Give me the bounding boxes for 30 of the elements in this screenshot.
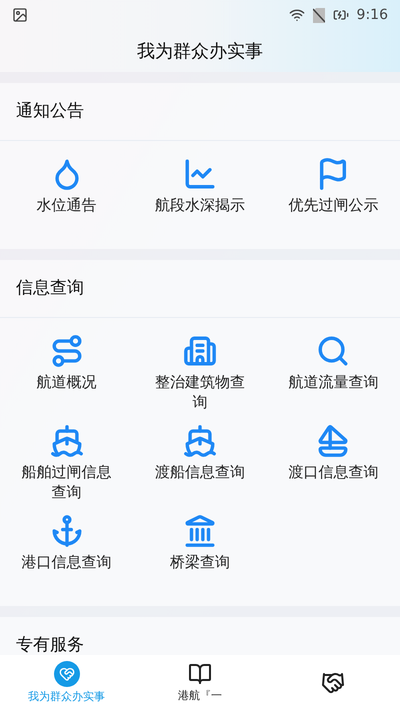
- nav-tab[interactable]: 港航『一: [133, 655, 267, 711]
- feature-tile[interactable]: 优先过闸公示: [266, 157, 400, 233]
- route-icon: [50, 334, 84, 368]
- search-icon: [316, 334, 350, 368]
- ship-icon: [50, 424, 84, 458]
- feature-tile[interactable]: 航段水深揭示: [133, 157, 267, 233]
- feature-tile[interactable]: 航道流量查询: [266, 334, 400, 412]
- sailboat-icon: [316, 424, 350, 458]
- anchor-icon: [50, 514, 84, 548]
- image-icon: [12, 7, 28, 23]
- feature-tile[interactable]: 港口信息查询: [0, 514, 134, 590]
- wifi-icon: [288, 7, 305, 23]
- feature-tile[interactable]: 船舶过闸信息查询: [0, 424, 134, 502]
- feature-tile[interactable]: 整治建筑物查询: [133, 334, 267, 412]
- feature-tile[interactable]: 渡口信息查询: [266, 424, 400, 502]
- feature-tile[interactable]: 桥梁查询: [133, 514, 267, 590]
- feature-tile[interactable]: 水位通告: [0, 157, 134, 233]
- page-title: 我为群众办实事: [136, 40, 264, 64]
- building-icon: [182, 334, 217, 368]
- book-icon: [188, 662, 212, 686]
- heart-handshake-icon: [54, 660, 80, 687]
- section-title: 通知公告: [0, 83, 400, 141]
- feature-tile[interactable]: 航道概况: [0, 334, 134, 412]
- clock: 9:16: [356, 6, 388, 24]
- section-title: 信息查询: [0, 260, 400, 318]
- ship-icon: [182, 424, 217, 458]
- handshake-icon: [321, 671, 346, 695]
- feature-tile[interactable]: 渡船信息查询: [133, 424, 267, 502]
- no-sim-icon: [312, 8, 325, 22]
- chart-line-icon: [182, 157, 217, 191]
